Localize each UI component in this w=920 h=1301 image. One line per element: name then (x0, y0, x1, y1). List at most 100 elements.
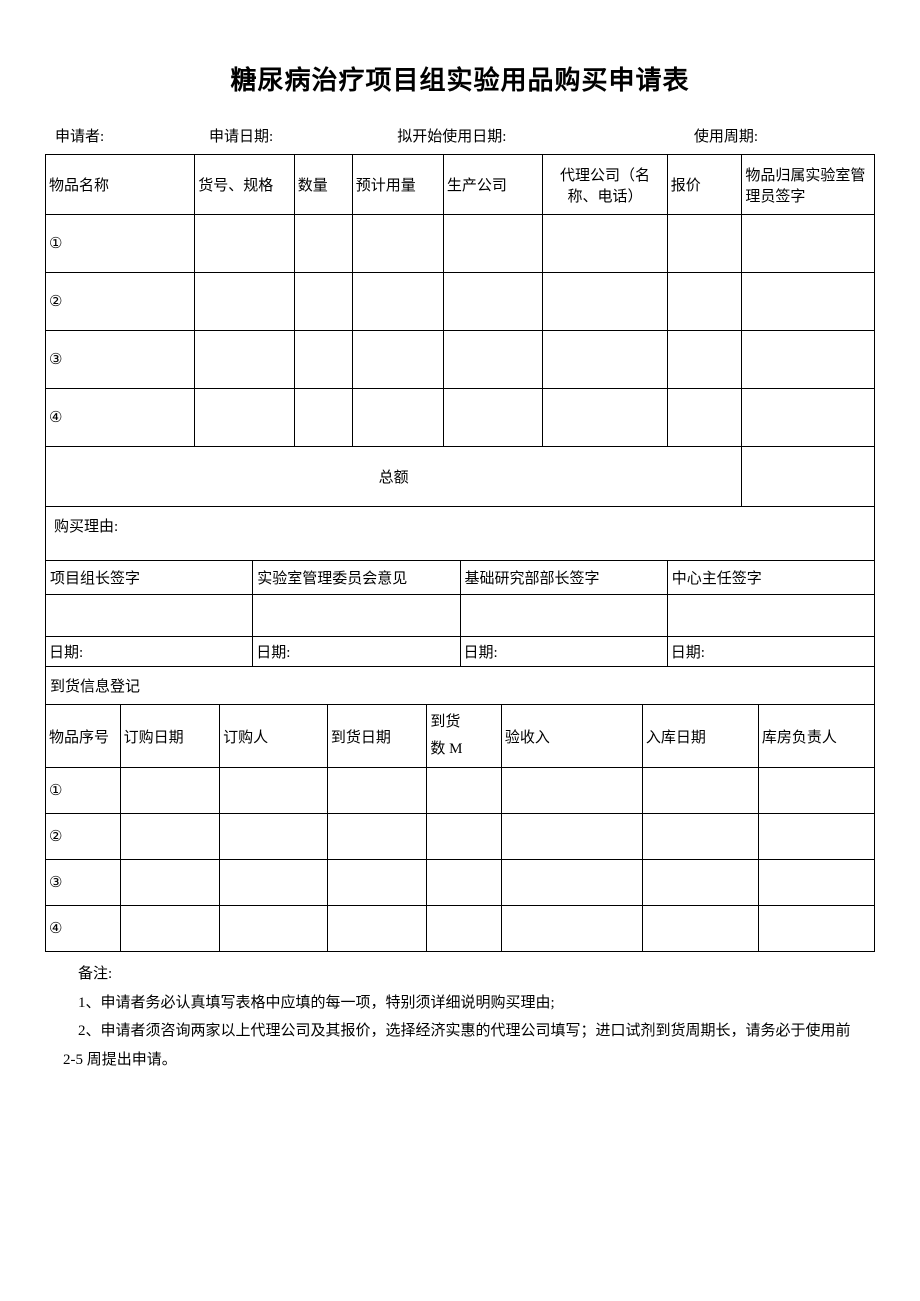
cell[interactable] (294, 389, 352, 447)
cell[interactable] (352, 389, 443, 447)
cell[interactable] (642, 814, 758, 860)
item-row-4: ④ (46, 389, 875, 447)
page-title: 糖尿病治疗项目组实验用品购买申请表 (45, 60, 875, 97)
cell[interactable] (667, 215, 742, 273)
cell[interactable] (667, 331, 742, 389)
cell[interactable] (443, 215, 542, 273)
cell[interactable] (294, 331, 352, 389)
item-row-3: ③ (46, 331, 875, 389)
cell[interactable] (543, 215, 667, 273)
cell[interactable] (120, 768, 219, 814)
cell[interactable] (543, 389, 667, 447)
cell[interactable] (543, 331, 667, 389)
cell[interactable] (742, 273, 875, 331)
cell[interactable] (195, 215, 294, 273)
cell[interactable] (427, 814, 502, 860)
cell[interactable] (501, 814, 642, 860)
col-sign: 物品归属实验室管理员签字 (742, 155, 875, 215)
cell[interactable] (758, 814, 874, 860)
col-quote: 报价 (667, 155, 742, 215)
applicant-label: 申请者: (55, 125, 209, 146)
cell[interactable] (120, 814, 219, 860)
cell[interactable] (501, 768, 642, 814)
cell[interactable] (758, 906, 874, 952)
cell[interactable] (294, 273, 352, 331)
cell[interactable] (742, 215, 875, 273)
notes-title: 备注: (63, 960, 857, 989)
cell[interactable] (667, 389, 742, 447)
sign-field[interactable] (253, 595, 460, 637)
cell[interactable] (501, 906, 642, 952)
date-label: 日期: (667, 637, 874, 667)
sign-field[interactable] (46, 595, 253, 637)
item-row-1: ① (46, 215, 875, 273)
arrival-seq: ③ (46, 860, 121, 906)
item-seq: ② (46, 273, 195, 331)
cell[interactable] (742, 389, 875, 447)
cell[interactable] (642, 860, 758, 906)
item-seq: ① (46, 215, 195, 273)
notes-section: 备注: 1、申请者务必认真填写表格中应填的每一项，特别须详细说明购买理由; 2、… (45, 952, 875, 1074)
signature-table: 项目组长签字 实验室管理委员会意见 基础研究部部长签字 中心主任签字 日期: 日… (45, 561, 875, 705)
sign-field[interactable] (460, 595, 667, 637)
item-seq: ③ (46, 331, 195, 389)
cell[interactable] (742, 331, 875, 389)
cell[interactable] (758, 768, 874, 814)
cell[interactable] (327, 860, 426, 906)
col-agent: 代理公司（名称、电话） (543, 155, 667, 215)
cell[interactable] (220, 814, 328, 860)
cell[interactable] (443, 331, 542, 389)
arrival-seq: ④ (46, 906, 121, 952)
arrival-section-label: 到货信息登记 (46, 667, 875, 705)
cell[interactable] (642, 768, 758, 814)
cell[interactable] (352, 273, 443, 331)
cell[interactable] (220, 860, 328, 906)
cell[interactable] (543, 273, 667, 331)
cell[interactable] (352, 331, 443, 389)
cell[interactable] (195, 331, 294, 389)
cell[interactable] (352, 215, 443, 273)
total-value[interactable] (742, 447, 875, 507)
cell[interactable] (758, 860, 874, 906)
total-row: 总额 (46, 447, 875, 507)
cell[interactable] (120, 860, 219, 906)
cell[interactable] (501, 860, 642, 906)
cell[interactable] (195, 273, 294, 331)
item-seq: ④ (46, 389, 195, 447)
sign-field[interactable] (667, 595, 874, 637)
col-est: 预计用量 (352, 155, 443, 215)
cell[interactable] (294, 215, 352, 273)
cell[interactable] (220, 906, 328, 952)
cell[interactable] (427, 906, 502, 952)
arrival-seq: ① (46, 768, 121, 814)
cell[interactable] (327, 814, 426, 860)
date-label: 日期: (460, 637, 667, 667)
arrival-header-row: 物品序号 订购日期 订购人 到货日期 到货 数 M 验收入 入库日期 库房负责人 (46, 705, 875, 768)
cell[interactable] (667, 273, 742, 331)
col-arrive-date: 到货日期 (327, 705, 426, 768)
arrival-seq: ② (46, 814, 121, 860)
items-table: 物品名称 货号、规格 数量 预计用量 生产公司 代理公司（名称、电话） 报价 物… (45, 154, 875, 561)
cell[interactable] (220, 768, 328, 814)
committee-label: 实验室管理委员会意见 (253, 561, 460, 595)
director-sign-label: 中心主任签字 (667, 561, 874, 595)
cell[interactable] (195, 389, 294, 447)
arrival-row-2: ② (46, 814, 875, 860)
arrival-section-row: 到货信息登记 (46, 667, 875, 705)
col-mfr: 生产公司 (443, 155, 542, 215)
cell[interactable] (443, 273, 542, 331)
item-row-2: ② (46, 273, 875, 331)
cell[interactable] (642, 906, 758, 952)
cell[interactable] (327, 906, 426, 952)
cell[interactable] (120, 906, 219, 952)
cell[interactable] (427, 768, 502, 814)
cell[interactable] (327, 768, 426, 814)
cell[interactable] (427, 860, 502, 906)
reason-cell[interactable]: 购买理由: (46, 507, 875, 561)
leader-sign-label: 项目组长签字 (46, 561, 253, 595)
dept-sign-label: 基础研究部部长签字 (460, 561, 667, 595)
col-keeper: 库房负责人 (758, 705, 874, 768)
col-orderer: 订购人 (220, 705, 328, 768)
cell[interactable] (443, 389, 542, 447)
col-arrive-qty: 到货 数 M (427, 705, 502, 768)
